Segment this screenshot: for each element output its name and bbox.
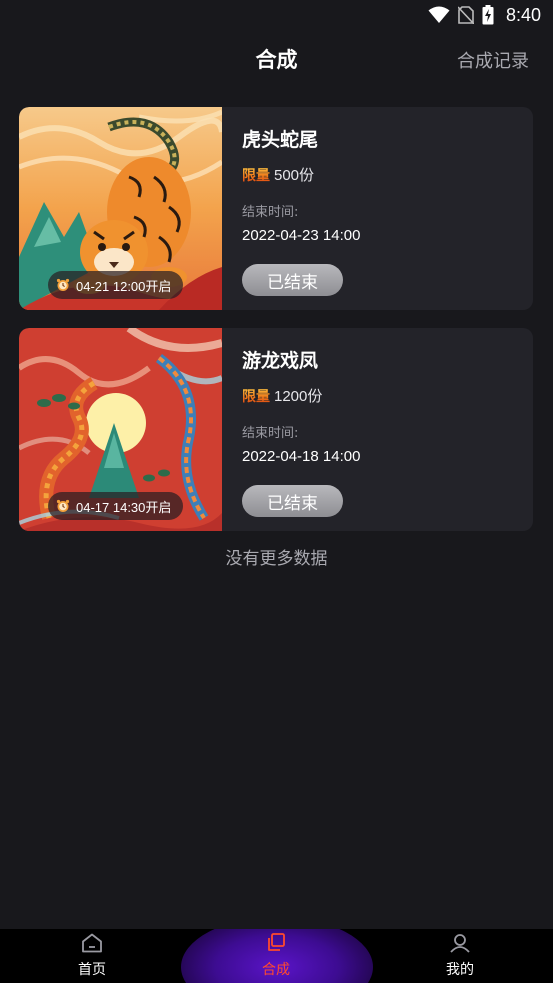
end-time-value: 2022-04-23 14:00 (242, 227, 361, 244)
battery-charging-icon (482, 5, 494, 25)
limit-value: 1200份 (274, 388, 323, 405)
status-bar: 8:40 (0, 0, 553, 30)
limit-tag: 限量 (242, 165, 270, 185)
list-end-text: 没有更多数据 (225, 549, 328, 569)
wifi-icon (428, 6, 450, 24)
open-time-badge: 04-17 14:30开启 (48, 492, 184, 520)
end-time-label: 结束时间: (242, 426, 299, 441)
nav-item-mine[interactable]: 我的 (400, 929, 520, 983)
card-info: 游龙戏凤 限量 1200份 结束时间: 2022-04-18 14:00 已结束 (242, 328, 533, 531)
nav-label-mine: 我的 (446, 962, 474, 978)
dragon-phoenix-artwork: 04-17 14:30开启 (19, 328, 222, 531)
no-sim-icon (457, 6, 474, 24)
ended-button[interactable]: 已结束 (242, 264, 343, 296)
compose-card[interactable]: 04-21 12:00开启 虎头蛇尾 限量 500份 结束时间: 2022-04… (19, 107, 533, 310)
home-icon (81, 933, 103, 957)
tiger-artwork: 04-21 12:00开启 (19, 107, 222, 310)
alarm-clock-icon (56, 278, 70, 292)
compose-card[interactable]: 04-17 14:30开启 游龙戏凤 限量 1200份 结束时间: 2022-0… (19, 328, 533, 531)
card-title: 游龙戏凤 (242, 350, 319, 372)
open-time-badge: 04-21 12:00开启 (48, 271, 184, 299)
nav-label-home: 首页 (78, 962, 106, 978)
header: 合成 合成记录 (0, 30, 553, 90)
ended-button[interactable]: 已结束 (242, 485, 343, 517)
end-time-label: 结束时间: (242, 205, 299, 220)
card-info: 虎头蛇尾 限量 500份 结束时间: 2022-04-23 14:00 已结束 (242, 107, 533, 310)
limit-tag: 限量 (242, 386, 270, 406)
compose-icon (265, 933, 287, 957)
limit-row: 限量 500份 (242, 164, 314, 185)
end-time-value: 2022-04-18 14:00 (242, 448, 361, 465)
card-title: 虎头蛇尾 (242, 129, 319, 151)
nav-item-compose[interactable]: 合成 (216, 929, 336, 983)
alarm-clock-icon (56, 499, 70, 513)
limit-row: 限量 1200份 (242, 385, 322, 406)
compose-record-link[interactable]: 合成记录 (457, 47, 529, 73)
open-time-text: 04-17 14:30开启 (76, 499, 172, 515)
limit-value: 500份 (274, 167, 315, 184)
compose-screen: 8:40 合成 合成记录 04-21 12:00开启 虎头蛇尾 限量 500份 … (0, 0, 553, 983)
nav-label-compose: 合成 (262, 962, 290, 978)
bottom-nav: 首页 合成 我的 (0, 929, 553, 983)
user-icon (449, 933, 471, 957)
status-time: 8:40 (505, 4, 541, 25)
open-time-text: 04-21 12:00开启 (76, 278, 172, 294)
nav-item-home[interactable]: 首页 (32, 929, 152, 983)
